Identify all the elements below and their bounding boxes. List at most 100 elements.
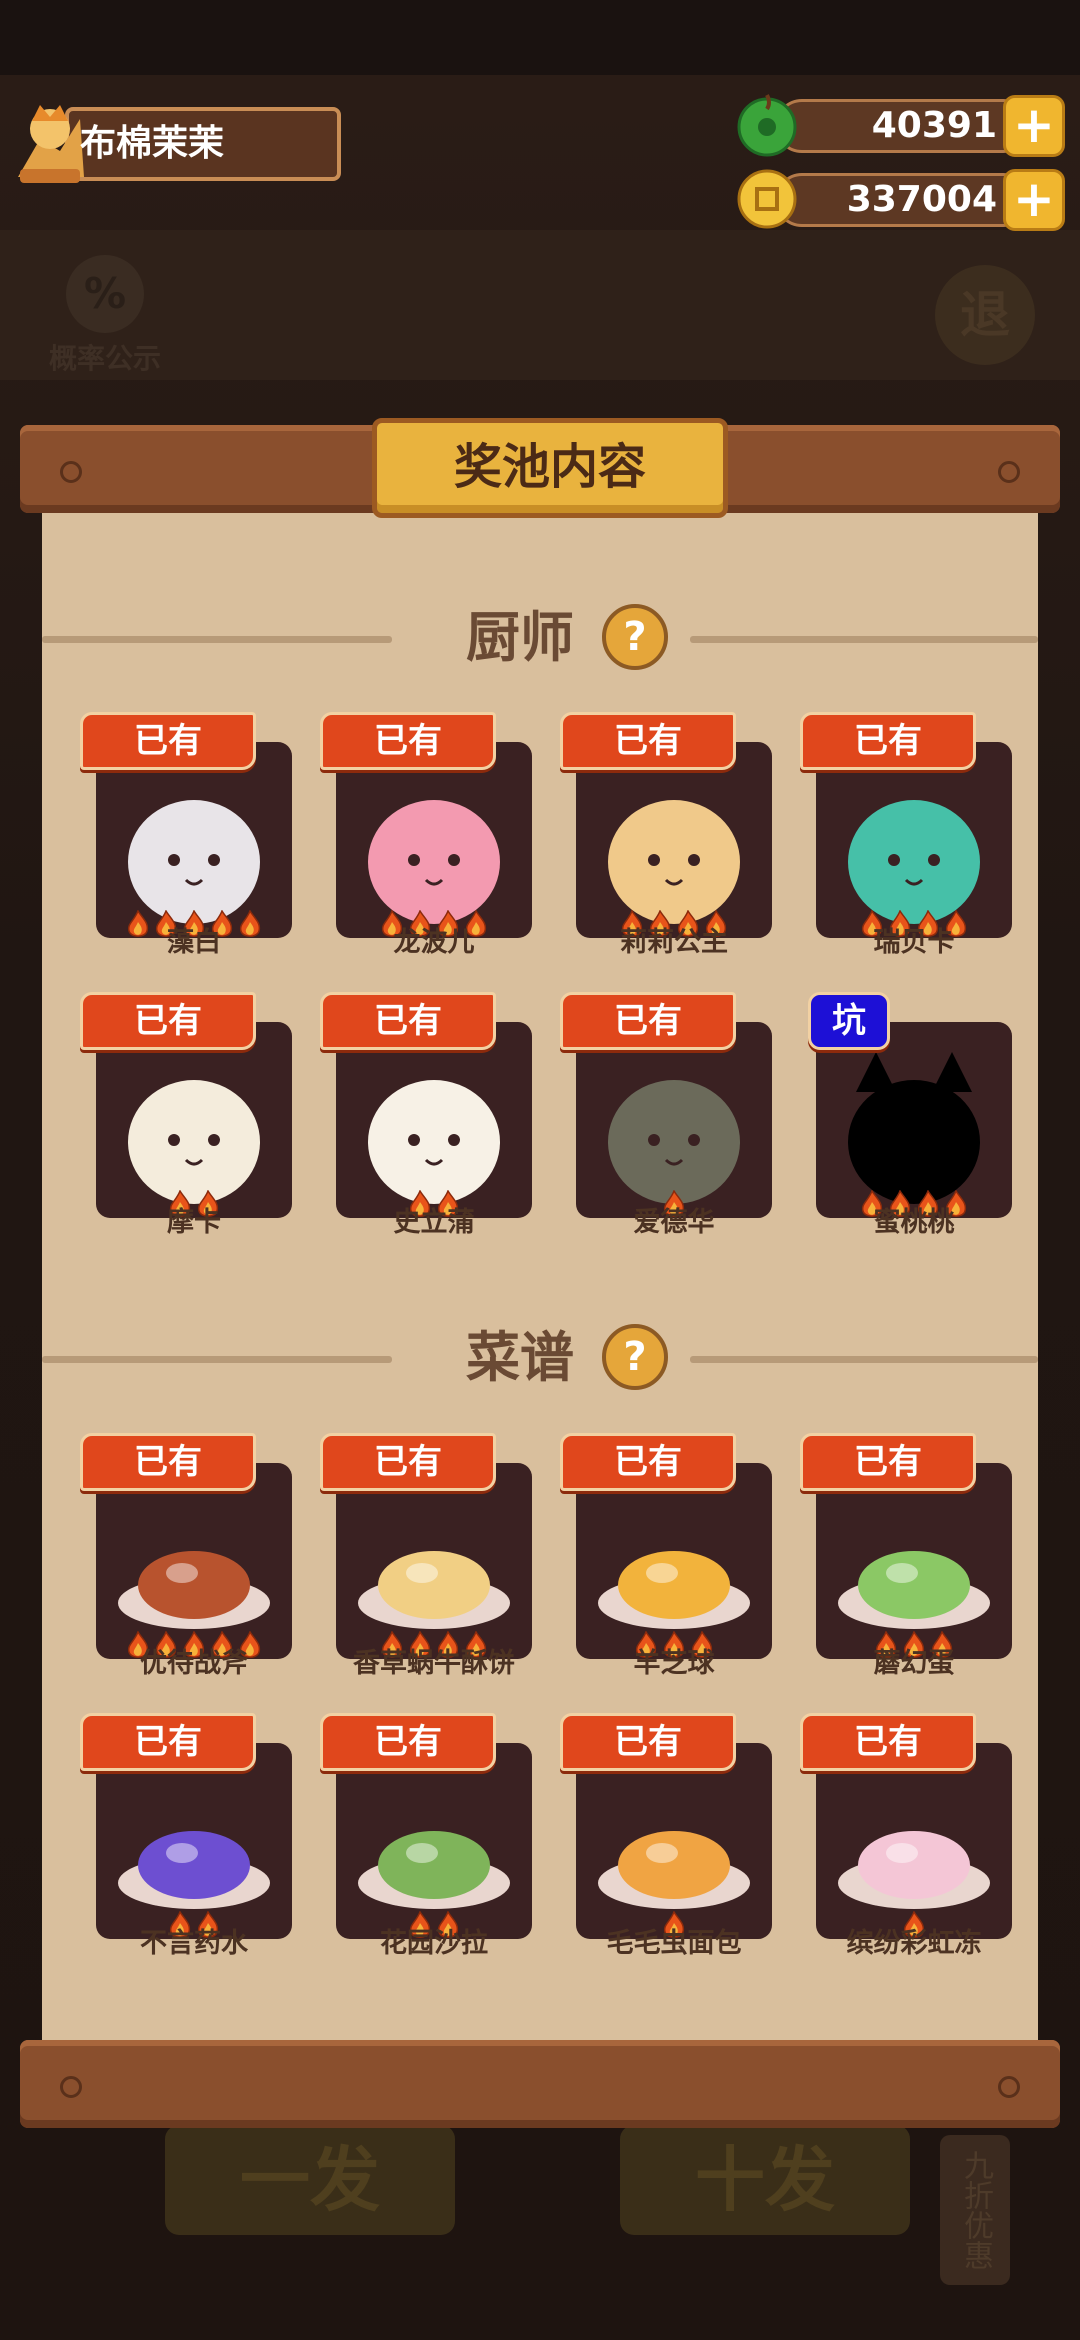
ten-draw-button[interactable]: 十发 <box>620 2125 910 2235</box>
chef-name: 藻白 <box>167 927 221 958</box>
recipe-card[interactable]: 已有 羊芝球 <box>540 1433 780 1688</box>
chef-portrait <box>576 742 772 938</box>
chef-art-icon <box>368 1080 500 1204</box>
recipe-card[interactable]: 已有不言药水 <box>60 1713 300 1968</box>
chef-card[interactable]: 已有 藻白 <box>60 712 300 967</box>
chef-art-icon <box>848 800 980 924</box>
chef-name: 龙波儿 <box>393 927 475 958</box>
owned-tag: 已有 <box>320 992 496 1050</box>
recipe-help-icon[interactable]: ? <box>602 1324 668 1390</box>
owned-tag: 已有 <box>320 1433 496 1491</box>
nail-icon <box>60 2076 82 2098</box>
chef-art-icon <box>128 800 260 924</box>
probability-button[interactable]: % 概率公示 <box>40 255 170 375</box>
chef-portrait <box>816 742 1012 938</box>
coin-amount: 337004 <box>846 179 997 220</box>
divider <box>42 636 392 643</box>
owned-tag: 已有 <box>560 1713 736 1771</box>
recipe-card[interactable]: 已有优待战斧 <box>60 1433 300 1688</box>
chef-name: 瑞贝卡 <box>873 927 955 958</box>
recipe-name: 花园沙拉 <box>380 1928 488 1959</box>
chef-name: 爱德华 <box>633 1207 715 1238</box>
owned-tag: 已有 <box>560 992 736 1050</box>
jade-icon <box>737 94 797 157</box>
owned-tag: 已有 <box>800 1713 976 1771</box>
player-rank-badge-icon <box>18 105 84 183</box>
owned-tag: 已有 <box>320 1713 496 1771</box>
nail-icon <box>60 461 82 483</box>
owned-tag: 已有 <box>800 712 976 770</box>
player-name-plate[interactable]: 布棉茉茉 <box>10 105 341 183</box>
owned-tag: 已有 <box>80 992 256 1050</box>
coin-counter: 337004 + <box>735 167 1065 231</box>
recipe-art-icon <box>118 1551 270 1629</box>
chef-portrait <box>96 742 292 938</box>
chef-card[interactable]: 已有摩卡 <box>60 992 300 1247</box>
owned-tag: 已有 <box>80 1433 256 1491</box>
chef-card[interactable]: 已有史立蒲 <box>300 992 540 1247</box>
chef-portrait <box>816 1022 1012 1218</box>
chef-art-icon <box>608 1080 740 1204</box>
recipe-name: 优待战斧 <box>140 1648 248 1679</box>
player-name: 布棉茉茉 <box>80 123 225 164</box>
nail-icon <box>998 461 1020 483</box>
chef-art-icon <box>848 1052 980 1204</box>
recipe-art-icon <box>598 1831 750 1909</box>
chef-card[interactable]: 已有瑞贝卡 <box>780 712 1020 967</box>
add-coin-button[interactable]: + <box>1003 169 1065 231</box>
recipe-name: 不言药水 <box>140 1928 248 1959</box>
jade-amount: 40391 <box>871 105 997 146</box>
chef-card[interactable]: 坑蜜桃桃 <box>780 992 1020 1247</box>
recipe-art-icon <box>358 1831 510 1909</box>
recipe-card[interactable]: 已有蘑幻蛋 <box>780 1433 1020 1688</box>
panel-footer <box>20 2040 1060 2128</box>
chef-portrait <box>336 742 532 938</box>
recipe-card[interactable]: 已有毛毛虫面包 <box>540 1713 780 1968</box>
recipe-portrait <box>576 1743 772 1939</box>
recipe-card[interactable]: 已有香草蜗牛酥饼 <box>300 1433 540 1688</box>
chef-section-title: 厨师 <box>466 606 574 669</box>
jade-counter: 40391 + <box>735 93 1065 157</box>
exit-button[interactable]: 退 <box>935 265 1035 365</box>
chef-card[interactable]: 已有龙波儿 <box>300 712 540 967</box>
owned-tag: 已有 <box>80 1713 256 1771</box>
recipe-name: 毛毛虫面包 <box>606 1928 742 1959</box>
chef-name: 蜜桃桃 <box>873 1207 955 1238</box>
recipe-art-icon <box>358 1551 510 1629</box>
chef-art-icon <box>128 1080 260 1204</box>
chef-card[interactable]: 已有爱德华 <box>540 992 780 1247</box>
recipe-card[interactable]: 已有花园沙拉 <box>300 1713 540 1968</box>
single-draw-button[interactable]: 一发 <box>165 2125 455 2235</box>
recipe-section-title: 菜谱 <box>466 1326 574 1389</box>
chef-help-icon[interactable]: ? <box>602 604 668 670</box>
recipe-art-icon <box>838 1831 990 1909</box>
coin-icon <box>737 169 797 229</box>
owned-tag: 已有 <box>320 712 496 770</box>
recipe-art-icon <box>598 1551 750 1629</box>
nail-icon <box>998 2076 1020 2098</box>
recipe-portrait <box>96 1463 292 1659</box>
chef-section-header: 厨师 ? <box>42 598 1038 678</box>
recipe-portrait <box>816 1463 1012 1659</box>
recipe-name: 羊芝球 <box>633 1648 715 1679</box>
recipe-section-header: 菜谱 ? <box>42 1318 1038 1398</box>
probability-label: 概率公示 <box>48 342 161 375</box>
discount-badge: 九折优惠 <box>940 2135 1010 2285</box>
recipe-portrait <box>336 1463 532 1659</box>
chef-art-icon <box>368 800 500 924</box>
owned-tag: 已有 <box>800 1433 976 1491</box>
chef-card[interactable]: 已有 莉莉公主 <box>540 712 780 967</box>
recipe-name: 香草蜗牛酥饼 <box>353 1648 515 1679</box>
chef-portrait <box>96 1022 292 1218</box>
recipe-art-icon <box>838 1551 990 1629</box>
chef-name: 史立蒲 <box>393 1207 475 1238</box>
owned-tag: 坑 <box>808 992 890 1050</box>
recipe-card[interactable]: 已有 缤纷彩虹冻 <box>780 1713 1020 1968</box>
chef-portrait <box>576 1022 772 1218</box>
add-jade-button[interactable]: + <box>1003 95 1065 157</box>
recipe-portrait <box>96 1743 292 1939</box>
panel-title: 奖池内容 <box>372 418 728 518</box>
chef-name: 摩卡 <box>167 1207 221 1238</box>
recipe-name: 蘑幻蛋 <box>873 1648 955 1679</box>
chef-art-icon <box>608 800 740 924</box>
